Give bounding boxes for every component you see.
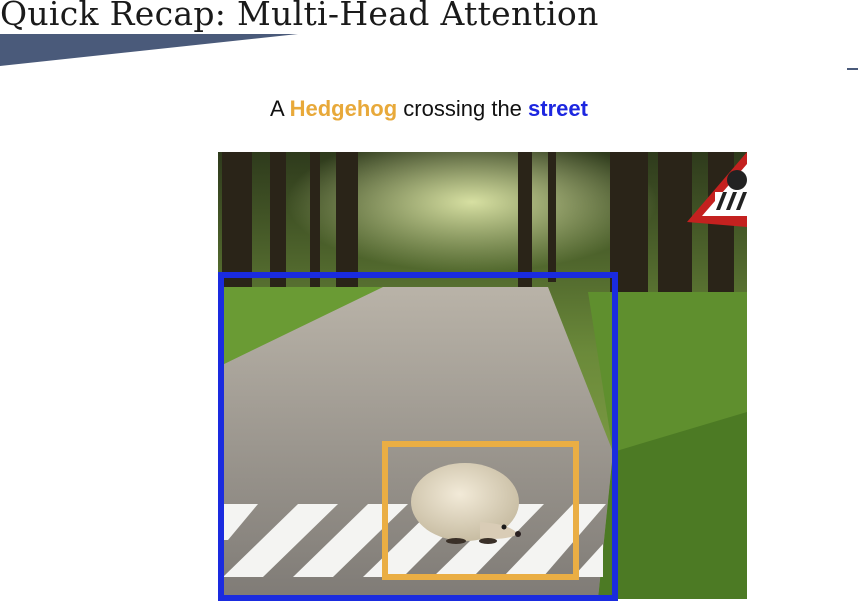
caption-middle: crossing the <box>397 96 529 121</box>
corner-dash <box>847 68 858 70</box>
caption-prefix: A <box>270 96 290 121</box>
scene-photo <box>218 152 747 601</box>
hedgehog-bounding-box <box>382 441 579 580</box>
image-caption: A Hedgehog crossing the street <box>0 96 858 122</box>
caption-word-street: street <box>528 96 588 121</box>
caption-word-hedgehog: Hedgehog <box>289 96 398 121</box>
slide-title: Quick Recap: Multi-Head Attention <box>0 0 599 33</box>
title-underline-band <box>0 34 298 66</box>
